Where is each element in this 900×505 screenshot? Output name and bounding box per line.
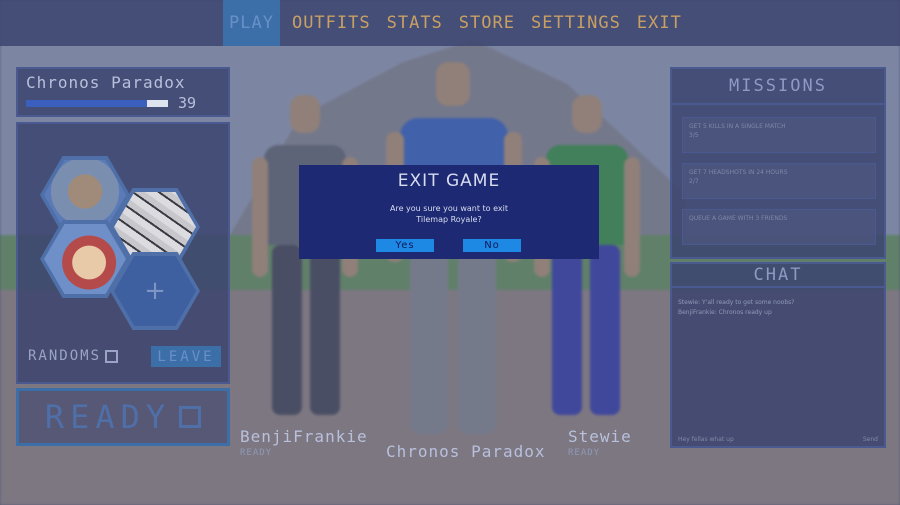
- character-name-benjifrankie: BenjiFrankie: [240, 427, 368, 446]
- ready-button[interactable]: READY: [16, 388, 230, 446]
- mission-item: GET 7 HEADSHOTS IN 24 HOURS 2/7: [682, 163, 876, 199]
- xp-bar-fill: [26, 100, 147, 107]
- player-name: Chronos Paradox: [26, 73, 186, 92]
- yes-button[interactable]: Yes: [376, 239, 434, 252]
- mission-text: GET 5 KILLS IN A SINGLE MATCH: [689, 123, 786, 130]
- nav-items: PLAY OUTFITS STATS STORE SETTINGS EXIT: [223, 0, 694, 46]
- mission-progress: 3/5: [689, 132, 699, 139]
- chat-panel: CHAT Stewie: Y'all ready to get some noo…: [670, 262, 886, 448]
- nav-settings[interactable]: SETTINGS: [527, 0, 625, 46]
- player-level: 39: [178, 94, 197, 112]
- missions-title: MISSIONS: [672, 69, 884, 105]
- ready-label: READY: [44, 398, 172, 436]
- nav-store[interactable]: STORE: [455, 0, 519, 46]
- dialog-message-line-2: Tilemap Royale?: [416, 215, 482, 224]
- randoms-checkbox[interactable]: [105, 349, 119, 363]
- ready-checkbox: [179, 406, 202, 428]
- character-status-benjifrankie: READY: [240, 448, 273, 458]
- character-name-chronos-paradox: Chronos Paradox: [386, 442, 546, 461]
- no-button[interactable]: No: [463, 239, 521, 252]
- player-card: Chronos Paradox 39: [16, 67, 230, 117]
- chat-messages: Stewie: Y'all ready to get some noobs? B…: [678, 298, 794, 318]
- dialog-message-line-1: Are you sure you want to exit: [390, 204, 508, 213]
- chat-message: Stewie: Y'all ready to get some noobs?: [678, 299, 795, 306]
- randoms-toggle[interactable]: RANDOMS: [28, 348, 119, 364]
- chat-title: CHAT: [672, 264, 884, 288]
- nav-stats[interactable]: STATS: [383, 0, 447, 46]
- top-nav: PLAY OUTFITS STATS STORE SETTINGS EXIT: [0, 0, 900, 46]
- party-member-avatar-1-icon: [44, 160, 126, 230]
- mission-progress: 2/7: [689, 178, 699, 185]
- add-party-member-icon: +: [114, 256, 196, 326]
- chat-send-button[interactable]: Send: [863, 436, 878, 443]
- leave-button[interactable]: LEAVE: [151, 346, 221, 367]
- nav-play[interactable]: PLAY: [223, 0, 280, 46]
- chat-message: BenjiFrankie: Chronos ready up: [678, 309, 772, 316]
- chat-input[interactable]: Hey fellas what up: [678, 436, 734, 443]
- xp-bar: [26, 100, 168, 107]
- mission-item: QUEUE A GAME WITH 3 FRIENDS: [682, 209, 876, 245]
- nav-outfits[interactable]: OUTFITS: [288, 0, 375, 46]
- dialog-message: Are you sure you want to exit Tilemap Ro…: [299, 203, 599, 225]
- mission-item: GET 5 KILLS IN A SINGLE MATCH 3/5: [682, 117, 876, 153]
- mission-text: GET 7 HEADSHOTS IN 24 HOURS: [689, 169, 788, 176]
- character-name-stewie: Stewie: [568, 427, 632, 446]
- party-panel: + RANDOMS LEAVE: [16, 122, 230, 384]
- party-member-avatar-2-icon: [114, 192, 196, 262]
- mission-text: QUEUE A GAME WITH 3 FRIENDS: [689, 215, 788, 222]
- character-status-stewie: READY: [568, 448, 601, 458]
- party-member-avatar-3-icon: [44, 224, 126, 294]
- randoms-label: RANDOMS: [28, 348, 102, 364]
- exit-game-dialog: EXIT GAME Are you sure you want to exit …: [299, 165, 599, 259]
- nav-exit[interactable]: EXIT: [633, 0, 686, 46]
- dialog-title: EXIT GAME: [397, 171, 501, 191]
- missions-panel: MISSIONS GET 5 KILLS IN A SINGLE MATCH 3…: [670, 67, 886, 259]
